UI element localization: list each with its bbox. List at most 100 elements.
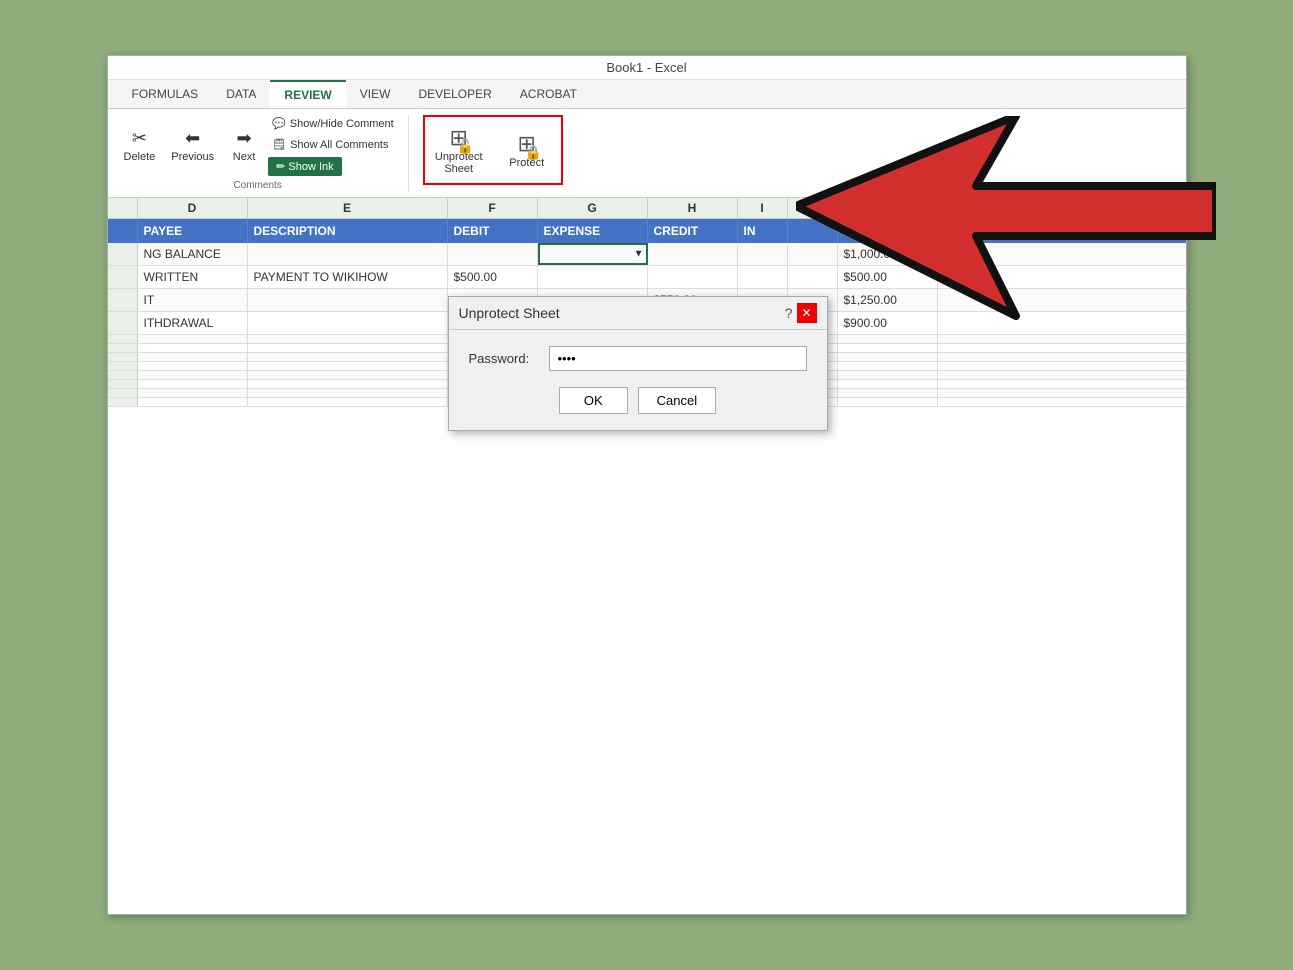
col-header-e[interactable]: E xyxy=(248,198,448,218)
cell-d6[interactable] xyxy=(138,344,248,352)
cell-e2[interactable]: PAYMENT TO WIKIHOW xyxy=(248,266,448,288)
show-hide-icon: 💬 xyxy=(272,117,286,130)
dialog-close-button[interactable]: ✕ xyxy=(797,303,817,323)
cell-e3[interactable] xyxy=(248,289,448,311)
tab-formulas[interactable]: FORMULAS xyxy=(118,81,213,107)
cell-d2[interactable]: WRITTEN xyxy=(138,266,248,288)
col-header-d[interactable]: D xyxy=(138,198,248,218)
unprotect-protect-group: ⊞ 🔓 Unprotect Sheet ⊞ 🔒 Protect xyxy=(423,115,563,185)
cell-e7[interactable] xyxy=(248,353,448,361)
cell-k3[interactable]: $1,250.00 xyxy=(838,289,938,311)
row-num-11 xyxy=(108,389,138,397)
unprotect-sheet-button[interactable]: ⊞ 🔓 Unprotect Sheet xyxy=(429,121,489,179)
cell-k9[interactable] xyxy=(838,371,938,379)
cell-k6[interactable] xyxy=(838,344,938,352)
comment-options: 💬 Show/Hide Comment 🗒 Show All Comments … xyxy=(268,115,398,176)
dialog-actions: OK Cancel xyxy=(469,387,807,414)
tab-data[interactable]: DATA xyxy=(212,81,270,107)
cell-d4[interactable]: ITHDRAWAL xyxy=(138,312,248,334)
delete-label: Delete xyxy=(124,151,156,163)
cell-e12[interactable] xyxy=(248,398,448,406)
cell-k7[interactable] xyxy=(838,353,938,361)
col-header-j[interactable]: J xyxy=(788,198,838,218)
cell-j2[interactable] xyxy=(788,266,838,288)
dialog-password-field: Password: xyxy=(469,346,807,371)
col-header-h[interactable]: H xyxy=(648,198,738,218)
header-balance: BALANCE xyxy=(838,219,938,243)
cell-k4[interactable]: $900.00 xyxy=(838,312,938,334)
cell-k5[interactable] xyxy=(838,335,938,343)
previous-button[interactable]: ⬅ Previous xyxy=(165,124,220,167)
show-ink-icon: ✏ xyxy=(276,161,285,173)
cell-d8[interactable] xyxy=(138,362,248,370)
header-credit: CREDIT xyxy=(648,219,738,243)
cell-d5[interactable] xyxy=(138,335,248,343)
row-num-1 xyxy=(108,243,138,265)
show-hide-comment-button[interactable]: 💬 Show/Hide Comment xyxy=(268,115,398,132)
header-in: IN xyxy=(738,219,788,243)
row-num-12 xyxy=(108,398,138,406)
next-label: Next xyxy=(233,151,256,163)
row-num-10 xyxy=(108,380,138,388)
dropdown-indicator[interactable]: ▼ xyxy=(634,249,644,260)
cell-e10[interactable] xyxy=(248,380,448,388)
cell-d9[interactable] xyxy=(138,371,248,379)
spreadsheet-header-row: PAYEE DESCRIPTION DEBIT EXPENSE CREDIT I… xyxy=(108,219,1186,243)
cell-h2[interactable] xyxy=(648,266,738,288)
cell-e4[interactable] xyxy=(248,312,448,334)
comments-group: ✂ Delete ⬅ Previous ➡ Next 💬 Show xyxy=(118,115,409,191)
cell-k2[interactable]: $500.00 xyxy=(838,266,938,288)
cell-f2[interactable]: $500.00 xyxy=(448,266,538,288)
tab-review[interactable]: REVIEW xyxy=(270,80,345,108)
column-header-row: D E F G H I J K xyxy=(108,198,1186,219)
cell-d7[interactable] xyxy=(138,353,248,361)
title-bar: Book1 - Excel xyxy=(108,56,1186,80)
cell-d10[interactable] xyxy=(138,380,248,388)
cell-d12[interactable] xyxy=(138,398,248,406)
cell-e11[interactable] xyxy=(248,389,448,397)
dialog-ok-button[interactable]: OK xyxy=(559,387,628,414)
cell-e9[interactable] xyxy=(248,371,448,379)
unprotect-icon-container: ⊞ 🔓 xyxy=(450,125,468,151)
cell-k11[interactable] xyxy=(838,389,938,397)
header-col-j xyxy=(788,219,838,243)
col-header-g[interactable]: G xyxy=(538,198,648,218)
cell-k12[interactable] xyxy=(838,398,938,406)
cell-g2[interactable] xyxy=(538,266,648,288)
cell-i1[interactable] xyxy=(738,243,788,265)
cell-k1[interactable]: $1,000.00 xyxy=(838,243,938,265)
cell-k8[interactable] xyxy=(838,362,938,370)
dialog-password-input[interactable] xyxy=(549,346,807,371)
col-header-k[interactable]: K xyxy=(838,198,938,218)
cell-e8[interactable] xyxy=(248,362,448,370)
cell-h1[interactable] xyxy=(648,243,738,265)
cell-i2[interactable] xyxy=(738,266,788,288)
cell-j1[interactable] xyxy=(788,243,838,265)
cell-d3[interactable]: IT xyxy=(138,289,248,311)
dialog-cancel-button[interactable]: Cancel xyxy=(638,387,716,414)
show-ink-button[interactable]: ✏ Show Ink xyxy=(268,157,342,176)
delete-button[interactable]: ✂ Delete xyxy=(118,124,162,167)
tab-view[interactable]: VIEW xyxy=(346,81,405,107)
cell-d11[interactable] xyxy=(138,389,248,397)
protect-button[interactable]: ⊞ 🔒 Protect xyxy=(497,127,557,173)
unprotect-dialog: Unprotect Sheet ? ✕ Password: OK Cancel xyxy=(448,296,828,431)
dialog-help-button[interactable]: ? xyxy=(785,303,793,323)
col-header-i[interactable]: I xyxy=(738,198,788,218)
show-all-comments-button[interactable]: 🗒 Show All Comments xyxy=(268,136,398,153)
cell-k10[interactable] xyxy=(838,380,938,388)
cell-e1[interactable] xyxy=(248,243,448,265)
protect-lock-icon: 🔒 xyxy=(525,144,542,161)
col-header-f[interactable]: F xyxy=(448,198,538,218)
cell-e6[interactable] xyxy=(248,344,448,352)
cell-g1[interactable]: ▼ xyxy=(538,243,648,265)
next-icon: ➡ xyxy=(237,128,252,149)
tab-acrobat[interactable]: ACROBAT xyxy=(506,81,591,107)
dialog-title-bar: Unprotect Sheet ? ✕ xyxy=(449,297,827,330)
show-ink-container: ✏ Show Ink xyxy=(268,157,398,176)
tab-developer[interactable]: DEVELOPER xyxy=(404,81,505,107)
cell-f1[interactable] xyxy=(448,243,538,265)
cell-e5[interactable] xyxy=(248,335,448,343)
next-button[interactable]: ➡ Next xyxy=(224,124,264,167)
cell-d1[interactable]: NG BALANCE xyxy=(138,243,248,265)
